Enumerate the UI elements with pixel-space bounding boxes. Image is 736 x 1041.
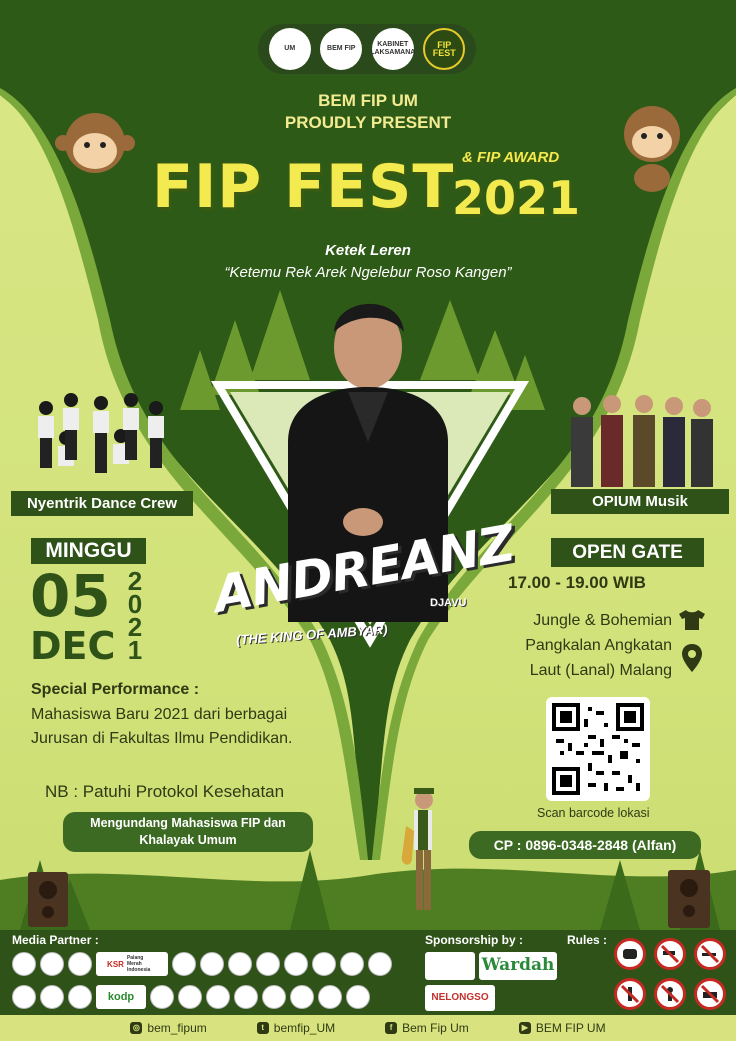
twitter-handle: bemfip_UM	[273, 1021, 336, 1035]
dancers-photo	[38, 393, 164, 473]
ksr-pmi-logo: KSR Palang Merah Indonesia	[96, 952, 168, 976]
organizer-logos: UM BEM FIP KABINET LAKSAMANA FIP FEST	[258, 24, 476, 74]
partner-logo	[40, 952, 64, 976]
ksr-text: KSR	[107, 959, 124, 969]
facebook-handle: Bem Fip Um	[402, 1021, 469, 1035]
tagline: “Ketemu Rek Arek Ngelebur Roso Kangen”	[224, 264, 512, 281]
qr-caption: Scan barcode lokasi	[537, 806, 650, 820]
youtube-handle: BEM FIP UM	[535, 1021, 606, 1035]
social-bar: ◎ bem_fipum t bemfip_UM f Bem Fip Um ▶ B…	[0, 1015, 736, 1041]
dance-crew-label: Nyentrik Dance Crew	[11, 491, 193, 516]
facebook-link[interactable]: f Bem Fip Um	[385, 1021, 469, 1035]
partner-logo	[340, 952, 364, 976]
youtube-link[interactable]: ▶ BEM FIP UM	[518, 1021, 606, 1035]
partner-logo	[12, 985, 36, 1009]
kabinet-logo: KABINET LAKSAMANA	[370, 28, 415, 70]
venue-line: Pangkalan Angkatan	[525, 637, 672, 654]
venue-line: Jungle & Bohemian	[533, 612, 672, 629]
special-performance-body: Mahasiswa Baru 2021 dari berbagai Jurusa…	[31, 706, 293, 747]
partner-logo	[12, 952, 36, 976]
event-year-vertical: 2 0 2 1	[124, 568, 146, 665]
pmi-text: Palang Merah Indonesia	[126, 955, 151, 973]
no-smoking-icon	[694, 938, 726, 970]
instagram-link[interactable]: ◎ bem_fipum	[130, 1021, 207, 1035]
location-qr-code[interactable]	[546, 697, 650, 801]
instagram-handle: bem_fipum	[147, 1021, 207, 1035]
event-day: MINGGU	[31, 538, 146, 564]
health-protocol-note: NB : Patuhi Protokol Kesehatan	[45, 782, 285, 801]
partner-logo	[284, 952, 308, 976]
poster: UM BEM FIP KABINET LAKSAMANA FIP FEST BE…	[0, 0, 736, 1041]
partner-logo	[68, 952, 92, 976]
venue: Jungle & Bohemian Pangkalan Angkatan Lau…	[490, 608, 672, 683]
no-alcohol-icon	[614, 978, 646, 1010]
sponsor-logo	[425, 952, 475, 980]
no-vehicle-icon	[694, 978, 726, 1010]
partner-logo	[318, 985, 342, 1009]
sponsorship-label: Sponsorship by :	[425, 933, 524, 947]
partner-logo	[228, 952, 252, 976]
event-year: 2021	[452, 171, 581, 225]
presenter-line1: BEM FIP UM	[318, 91, 418, 110]
partner-logo	[256, 952, 280, 976]
mask-icon	[614, 938, 646, 970]
partner-logo	[40, 985, 64, 1009]
nelongso-logo: NELONGSO	[425, 985, 495, 1011]
headliner-label: DJAVU	[430, 597, 467, 609]
partner-logo	[346, 985, 370, 1009]
wardah-logo: Wardah	[479, 952, 557, 980]
event-date: 05	[30, 562, 111, 630]
um-logo: UM	[268, 28, 311, 70]
award-subtitle: & FIP AWARD	[462, 149, 560, 166]
twitter-link[interactable]: t bemfip_UM	[256, 1021, 336, 1035]
partner-logo	[368, 952, 392, 976]
bem-fip-logo: BEM FIP	[320, 28, 363, 70]
kodp-logo: kodp	[96, 985, 146, 1009]
open-gate-time: 17.00 - 19.00 WIB	[508, 573, 646, 592]
media-partner-logos: KSR Palang Merah Indonesia	[12, 952, 412, 976]
event-month: DEC	[30, 624, 116, 668]
partner-logo	[68, 985, 92, 1009]
media-partner-label: Media Partner :	[12, 933, 99, 947]
youtube-icon: ▶	[518, 1022, 531, 1034]
partner-logo	[172, 952, 196, 976]
band-label: OPIUM Musik	[551, 489, 729, 514]
no-weapon-icon	[654, 938, 686, 970]
presenter-line2: PROUDLY PRESENT	[284, 113, 452, 132]
presenter: BEM FIP UM PROUDLY PRESENT	[0, 90, 736, 134]
contact-person: CP : 0896-0348-2848 (Alfan)	[469, 831, 701, 859]
saxophone-player-illustration	[401, 788, 434, 910]
location-pin-icon	[682, 644, 702, 672]
open-gate-label: OPEN GATE	[551, 538, 704, 567]
partner-logo	[312, 952, 336, 976]
instagram-icon: ◎	[130, 1022, 143, 1034]
special-performance-title: Special Performance :	[31, 681, 200, 698]
partner-logo	[150, 985, 174, 1009]
tshirt-icon	[679, 610, 705, 630]
qr-code-icon	[552, 703, 644, 795]
tagline-title: Ketek Leren	[325, 242, 411, 259]
rules-label: Rules :	[567, 933, 608, 947]
fip-fest-logo: FIP FEST	[423, 28, 466, 70]
media-partner-logos-row2: kodp	[12, 985, 412, 1009]
partner-logo	[234, 985, 258, 1009]
partner-logo	[290, 985, 314, 1009]
partner-logo	[262, 985, 286, 1009]
no-littering-icon	[654, 978, 686, 1010]
year-digit: 1	[127, 635, 143, 665]
facebook-icon: f	[385, 1022, 398, 1034]
partner-logo	[178, 985, 202, 1009]
invitation-badge: Mengundang Mahasiswa FIP dan Khalayak Um…	[63, 812, 313, 852]
twitter-icon: t	[256, 1022, 269, 1034]
event-title: FIP FEST	[152, 152, 455, 222]
band-photo	[571, 395, 713, 487]
partner-logo	[200, 952, 224, 976]
partner-logo	[206, 985, 230, 1009]
venue-line: Laut (Lanal) Malang	[529, 662, 672, 679]
